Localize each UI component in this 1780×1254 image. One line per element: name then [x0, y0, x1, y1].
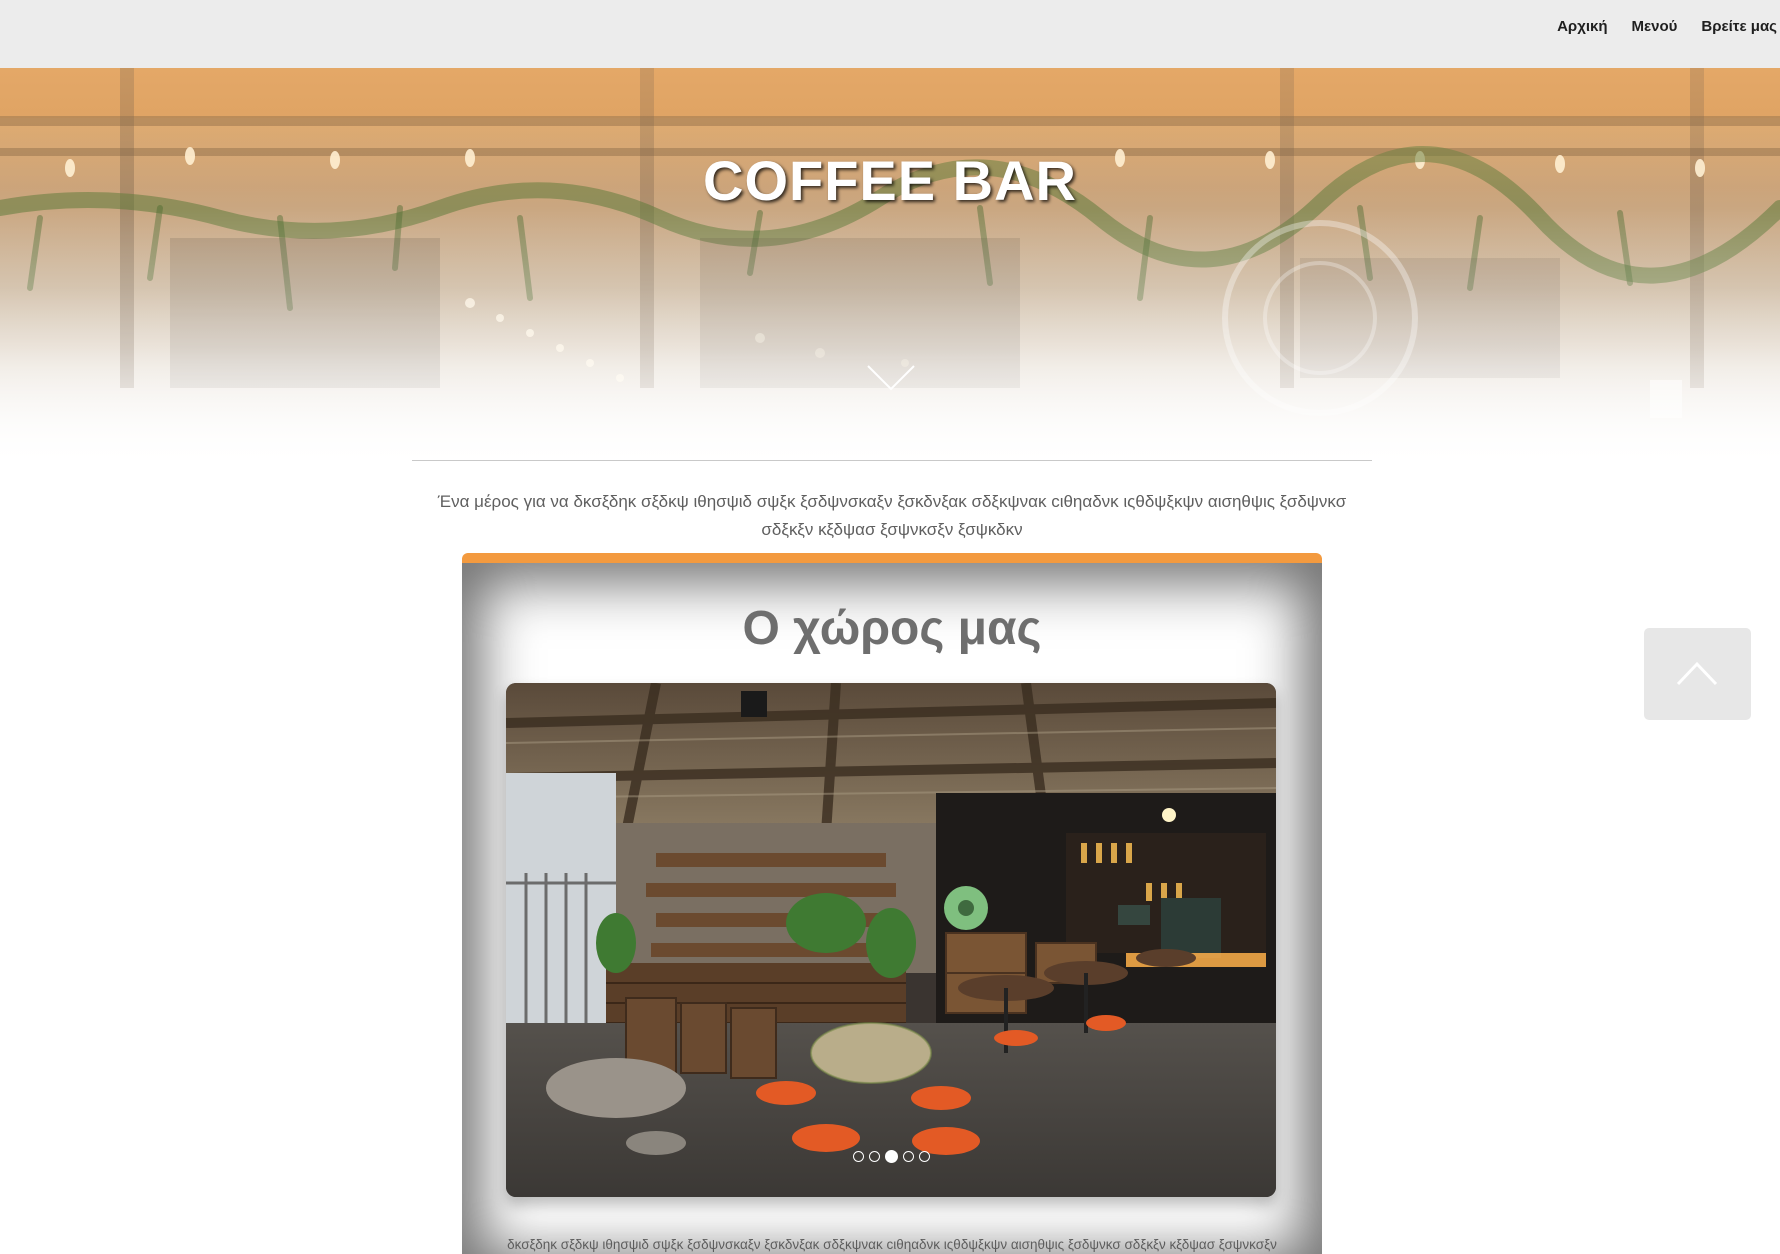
slide-dot-3[interactable] [884, 1150, 898, 1163]
slideshow-pagination [506, 1150, 1276, 1163]
nav-link-find-us[interactable]: Βρείτε μας [1701, 18, 1777, 35]
image-slideshow[interactable] [506, 683, 1276, 1197]
back-to-top-button[interactable] [1644, 628, 1751, 720]
hero-fade-overlay [0, 68, 1780, 468]
hero-banner: COFFEE BAR [0, 68, 1780, 468]
scroll-down-button[interactable] [866, 364, 916, 394]
intro-text: Ένα μέρος για να δκσξδηκ σξδκψ ιθησψιδ σ… [437, 492, 1347, 539]
section-divider [412, 460, 1372, 461]
nav-menu: Αρχική Μενού Βρείτε μας [1557, 18, 1777, 35]
slide-dot-1[interactable] [852, 1151, 864, 1162]
slide-dot-4[interactable] [902, 1151, 914, 1162]
slide-dot-5[interactable] [918, 1151, 930, 1162]
chevron-down-icon [867, 365, 915, 391]
hero-title: COFFEE BAR [703, 149, 1077, 212]
card-description: δκσξδηκ σξδκψ ιθησψιδ σψξκ ξσδψνσκαξν ξσ… [507, 1237, 1277, 1252]
nav-link-menu[interactable]: Μενού [1632, 18, 1678, 35]
section-title: Ο χώρος μας [742, 602, 1042, 655]
page: Αρχική Μενού Βρείτε μας COFFEE BAR Ένα μ… [0, 0, 1780, 1254]
cafe-interior-photo [506, 683, 1276, 1197]
nav-link-home[interactable]: Αρχική [1557, 18, 1607, 35]
slide-dot-2[interactable] [868, 1151, 880, 1162]
navbar: Αρχική Μενού Βρείτε μας [0, 0, 1780, 68]
our-space-card: Ο χώρος μας δκσξδηκ σξδκψ ιθησψιδ σψξκ ξ… [462, 553, 1322, 1254]
chevron-up-icon [1676, 661, 1718, 686]
